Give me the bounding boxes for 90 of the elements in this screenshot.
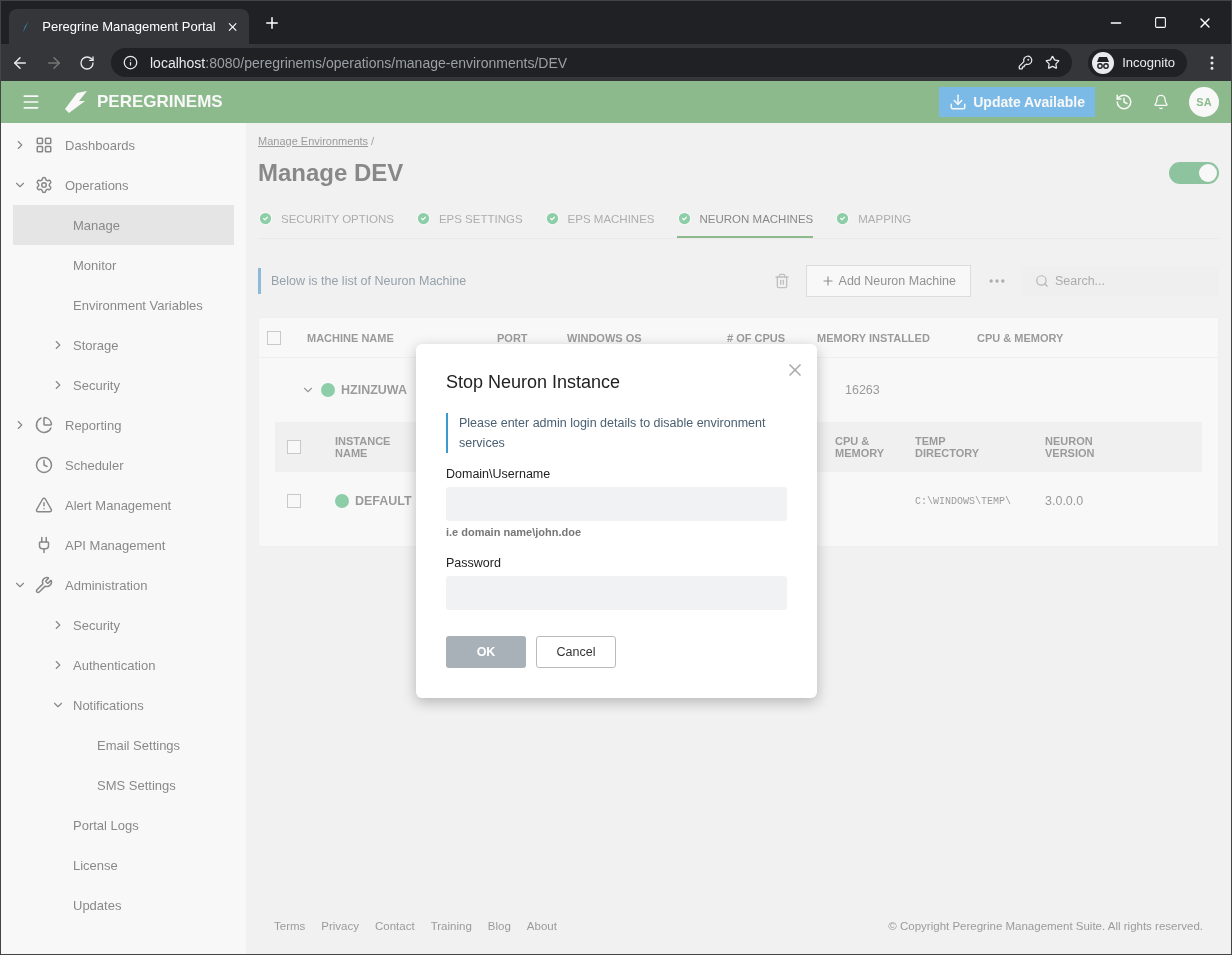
step-tab[interactable]: MAPPING xyxy=(835,205,912,238)
dashboard-grid-icon xyxy=(35,136,53,154)
check-circle-icon xyxy=(258,211,273,226)
sidebar-item[interactable]: Updates xyxy=(13,885,234,925)
sidebar-item[interactable]: Authentication xyxy=(13,645,234,685)
sidebar-item[interactable]: Scheduler xyxy=(13,445,234,485)
bell-icon[interactable] xyxy=(1153,94,1169,110)
key-icon[interactable] xyxy=(1018,55,1034,70)
column-header: CPU & MEMORY xyxy=(977,331,1065,344)
field-label: Password xyxy=(446,556,502,570)
column-header: INSTANCE NAME xyxy=(335,435,392,459)
add-machine-button[interactable]: Add Neuron Machine xyxy=(805,265,971,297)
logo: PEREGRINEMS xyxy=(61,89,223,115)
breadcrumb-link[interactable]: Manage Environments xyxy=(258,135,369,147)
avatar[interactable]: SA xyxy=(1189,87,1219,117)
gear-icon xyxy=(35,176,53,194)
check-circle-icon xyxy=(835,211,851,226)
field-hint: i.e domain name\john.doe xyxy=(446,526,583,538)
incognito-icon xyxy=(1092,51,1115,74)
sidebar-item[interactable]: Alert Management xyxy=(13,485,234,525)
sidebar-item[interactable]: Notifications xyxy=(13,685,234,725)
info-note: Please enter admin login details to disable environment services xyxy=(446,413,787,453)
check-circle-icon xyxy=(544,211,560,226)
maximize-icon[interactable] xyxy=(1154,16,1167,29)
sidebar-item[interactable]: Security xyxy=(13,365,234,405)
wrench-icon xyxy=(35,576,53,594)
toggle-switch[interactable] xyxy=(1169,162,1219,184)
sidebar-item[interactable]: License xyxy=(13,845,234,885)
step-tab[interactable]: SECURITY OPTIONS xyxy=(258,205,394,238)
sidebar-item[interactable]: Dashboards xyxy=(13,125,234,165)
clock-icon xyxy=(35,456,53,474)
status-dot xyxy=(335,494,349,508)
table-cell-text: C:\WINDOWS\TEMP\ xyxy=(915,495,1012,507)
info-text: Below is the list of Neuron Machine xyxy=(258,268,758,294)
address-bar[interactable]: localhost:8080/peregrinems/operations/manage-environments/DEV xyxy=(111,48,1073,77)
footer-link[interactable]: Terms xyxy=(274,920,306,932)
trash-icon[interactable] xyxy=(773,273,790,289)
sidebar-item[interactable]: Reporting xyxy=(13,405,234,445)
column-header: NEURON VERSION xyxy=(1045,435,1096,459)
column-header: PORT xyxy=(497,331,529,344)
field-label: Domain\Username xyxy=(446,467,552,481)
sidebar-item[interactable]: SMS Settings xyxy=(13,765,234,805)
sidebar-item[interactable]: Environment Variables xyxy=(13,285,234,325)
checkbox[interactable] xyxy=(287,494,301,508)
step-tab[interactable]: EPS SETTINGS xyxy=(415,205,523,238)
footer-link[interactable]: Blog xyxy=(487,920,511,932)
download-icon xyxy=(949,93,968,111)
sidebar-item[interactable]: Email Settings xyxy=(13,725,234,765)
column-header: # OF CPUS xyxy=(727,331,787,344)
search-icon xyxy=(1035,274,1049,288)
column-header: MACHINE NAME xyxy=(307,331,395,344)
column-header: MEMORY INSTALLED xyxy=(817,331,931,344)
column-header: CPU & MEMORY xyxy=(835,435,886,459)
column-header: WINDOWS OS xyxy=(567,331,643,344)
check-circle-icon xyxy=(676,211,692,226)
sidebar-item[interactable]: Administration xyxy=(13,565,234,605)
checkbox[interactable] xyxy=(267,330,281,345)
sidebar-item[interactable]: Storage xyxy=(13,325,234,365)
step-tab[interactable]: EPS MACHINES xyxy=(544,205,655,238)
footer-link[interactable]: Privacy xyxy=(321,920,359,932)
warning-icon xyxy=(35,496,53,514)
reload-icon[interactable] xyxy=(79,54,95,71)
dialog-title: Stop Neuron Instance xyxy=(446,372,622,393)
footer-link[interactable]: Training xyxy=(430,920,472,932)
history-icon[interactable] xyxy=(1115,93,1133,111)
star-icon[interactable] xyxy=(1045,55,1061,70)
table-cell-text: 3.0.0.0 xyxy=(1045,494,1085,508)
pie-chart-icon xyxy=(35,416,53,434)
check-circle-icon xyxy=(415,211,431,226)
browser-tab[interactable]: Peregrine Management Portal xyxy=(9,9,249,44)
cancel-button[interactable]: Cancel xyxy=(536,636,616,668)
sidebar-item[interactable]: Manage xyxy=(13,205,234,245)
breadcrumb-separator: / xyxy=(371,135,375,147)
page-title: Manage DEV xyxy=(258,159,404,187)
status-dot xyxy=(321,383,335,397)
sidebar-item[interactable]: Monitor xyxy=(13,245,234,285)
update-button[interactable]: Update Available xyxy=(939,87,1095,117)
step-tab[interactable]: NEURON MACHINES xyxy=(676,205,814,238)
plus-icon xyxy=(820,274,835,288)
footer-link[interactable]: About xyxy=(526,920,557,932)
table-cell-text: 16263 xyxy=(845,383,881,397)
incognito-profile[interactable]: Incognito xyxy=(1088,48,1187,77)
sidebar-item[interactable]: API Management xyxy=(13,525,234,565)
footer-link[interactable]: Contact xyxy=(375,920,415,932)
checkbox[interactable] xyxy=(287,440,301,454)
sidebar-item[interactable]: Security xyxy=(13,605,234,645)
sidebar-item[interactable]: Operations xyxy=(13,165,234,205)
sidebar-item[interactable]: Portal Logs xyxy=(13,805,234,845)
info-icon xyxy=(123,55,138,70)
copyright-text: © Copyright Peregrine Management Suite. All rights reserved. xyxy=(888,920,1203,932)
